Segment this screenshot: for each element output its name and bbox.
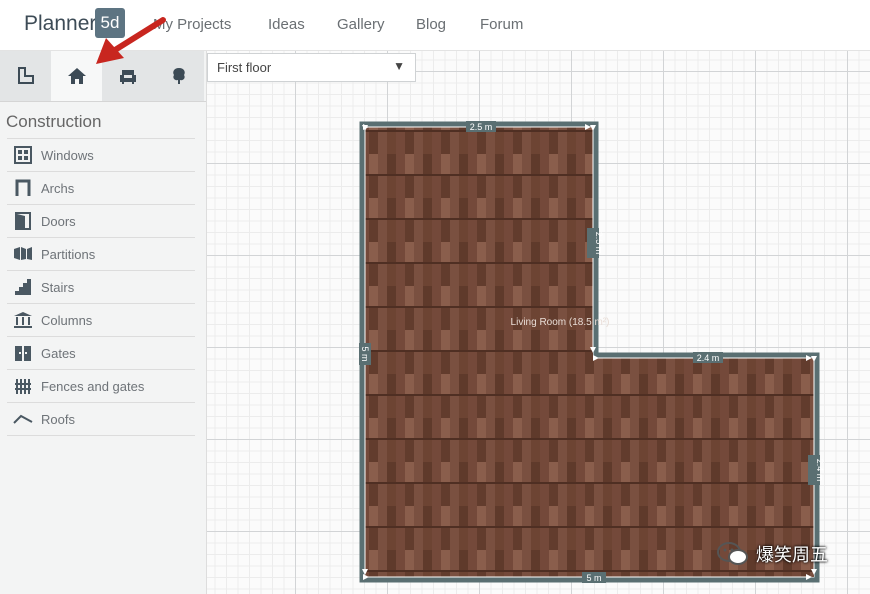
fence-icon <box>13 377 33 395</box>
list-item-label: Roofs <box>41 411 75 427</box>
list-item-doors[interactable]: Doors <box>7 204 195 237</box>
list-item-gates[interactable]: Gates <box>7 336 195 369</box>
nav-my-projects[interactable]: My Projects <box>153 16 231 33</box>
list-item-label: Partitions <box>41 246 96 262</box>
floorplan-icon <box>17 67 34 84</box>
list-item-label: Windows <box>41 147 94 163</box>
watermark: 爆笑周五 <box>716 540 828 568</box>
list-item-label: Columns <box>41 312 93 328</box>
tree-icon <box>172 68 185 84</box>
nav-forum[interactable]: Forum <box>480 16 523 33</box>
sidebar: Construction Windows Archs Doors Partiti… <box>0 51 207 594</box>
wechat-icon <box>717 542 748 565</box>
watermark-text: 爆笑周五 <box>756 545 828 565</box>
list-item-label: Archs <box>41 180 75 196</box>
section-title: Construction <box>6 112 102 131</box>
logo-badge: 5d <box>95 8 125 38</box>
partition-icon <box>13 245 33 263</box>
tab-exterior[interactable] <box>153 51 204 101</box>
list-item-label: Fences and gates <box>41 378 145 394</box>
list-item-label: Stairs <box>41 279 75 295</box>
gate-icon <box>13 344 33 362</box>
list-item-stairs[interactable]: Stairs <box>7 270 195 303</box>
floor-select-value: First floor <box>217 60 272 75</box>
list-item-archs[interactable]: Archs <box>7 171 195 204</box>
list-item-label: Doors <box>41 213 76 229</box>
floor-plan-canvas[interactable] <box>207 51 870 594</box>
nav-ideas[interactable]: Ideas <box>268 16 305 33</box>
arch-icon <box>13 179 33 197</box>
list-item-partitions[interactable]: Partitions <box>7 237 195 270</box>
roof-icon <box>13 410 33 428</box>
nav-gallery[interactable]: Gallery <box>337 16 385 33</box>
tab-furniture[interactable] <box>102 51 154 101</box>
columns-icon <box>13 311 33 329</box>
home-icon <box>67 68 86 84</box>
list-item-roofs[interactable]: Roofs <box>7 402 195 436</box>
construction-list: Windows Archs Doors Partitions Stairs Co… <box>7 138 195 436</box>
top-nav-bar: Planner 5d My Projects Ideas Gallery Blo… <box>0 0 870 51</box>
window-icon <box>13 146 33 164</box>
nav-blog[interactable]: Blog <box>416 16 446 33</box>
list-item-label: Gates <box>41 345 76 361</box>
list-item-fences[interactable]: Fences and gates <box>7 369 195 402</box>
stairs-icon <box>13 278 33 296</box>
list-item-windows[interactable]: Windows <box>7 138 195 171</box>
floor-select[interactable]: First floor ▼ <box>207 53 416 82</box>
armchair-icon <box>119 70 136 84</box>
chevron-down-icon: ▼ <box>393 59 405 73</box>
door-icon <box>13 212 33 230</box>
tab-construction[interactable] <box>0 51 52 101</box>
list-item-columns[interactable]: Columns <box>7 303 195 336</box>
sidebar-tabs <box>0 51 206 102</box>
app-logo[interactable]: Planner <box>24 12 96 36</box>
tab-interior[interactable] <box>51 51 103 101</box>
